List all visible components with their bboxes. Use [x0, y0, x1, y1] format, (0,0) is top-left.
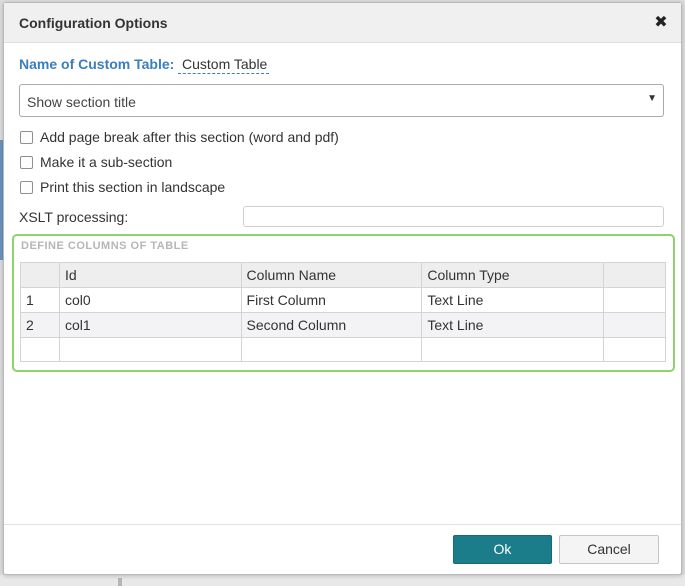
new-row[interactable]: [20, 337, 666, 362]
column-type-header[interactable]: Column Type: [421, 262, 605, 288]
table-name-editable[interactable]: Custom Table: [178, 56, 270, 74]
landscape-checkbox[interactable]: [20, 181, 33, 194]
table-row[interactable]: 1 col0 First Column Text Line: [20, 287, 666, 313]
new-actions-cell[interactable]: [603, 337, 666, 362]
table-row[interactable]: 2 col1 Second Column Text Line: [20, 312, 666, 338]
column-name-header[interactable]: Column Name: [240, 262, 423, 288]
dialog-header: Configuration Options ✖: [4, 3, 681, 43]
xslt-label: XSLT processing:: [19, 209, 129, 225]
id-cell[interactable]: col1: [58, 312, 242, 338]
page-break-label: Add page break after this section (word …: [40, 129, 339, 145]
page-break-option[interactable]: Add page break after this section (word …: [19, 129, 439, 147]
new-row-number-cell: [20, 337, 60, 362]
column-name-cell[interactable]: Second Column: [240, 312, 423, 338]
panel-title: DEFINE COLUMNS OF TABLE: [21, 240, 189, 252]
id-column-header[interactable]: Id: [58, 262, 242, 288]
ok-button[interactable]: Ok: [453, 535, 552, 564]
background-app-bottom: [0, 575, 685, 586]
new-column-name-cell[interactable]: [240, 337, 423, 362]
xslt-input[interactable]: [243, 206, 664, 227]
landscape-label: Print this section in landscape: [40, 179, 226, 195]
column-type-cell[interactable]: Text Line: [421, 287, 605, 313]
section-title-select-value: Show section title: [27, 94, 136, 110]
table-name-label: Name of Custom Table:: [19, 56, 175, 72]
id-cell[interactable]: col0: [58, 287, 242, 313]
columns-grid: Id Column Name Column Type 1 col0 First …: [20, 262, 666, 362]
configuration-dialog: Configuration Options ✖ Name of Custom T…: [3, 2, 682, 575]
actions-column-header: [603, 262, 666, 288]
page-break-checkbox[interactable]: [20, 131, 33, 144]
column-type-cell[interactable]: Text Line: [421, 312, 605, 338]
new-id-cell[interactable]: [58, 337, 242, 362]
sub-section-label: Make it a sub-section: [40, 154, 173, 170]
grid-header-row: Id Column Name Column Type: [20, 262, 666, 288]
landscape-option[interactable]: Print this section in landscape: [19, 179, 279, 197]
actions-cell[interactable]: [603, 287, 666, 313]
cancel-button[interactable]: Cancel: [559, 535, 659, 564]
dialog-title: Configuration Options: [19, 15, 168, 31]
column-name-cell[interactable]: First Column: [240, 287, 423, 313]
define-columns-panel: DEFINE COLUMNS OF TABLE Id Column Name C…: [12, 234, 675, 372]
section-title-select[interactable]: Show section title ▼: [19, 84, 664, 117]
row-number-cell: 2: [20, 312, 60, 338]
sub-section-checkbox[interactable]: [20, 156, 33, 169]
sub-section-option[interactable]: Make it a sub-section: [19, 154, 219, 172]
row-number-header: [20, 262, 60, 288]
footer-divider: [4, 524, 681, 525]
background-scroll-marker: [118, 578, 122, 586]
dropdown-arrow-icon: ▼: [647, 93, 657, 104]
row-number-cell: 1: [20, 287, 60, 313]
close-icon[interactable]: ✖: [654, 14, 668, 32]
actions-cell[interactable]: [603, 312, 666, 338]
new-column-type-cell[interactable]: [421, 337, 605, 362]
